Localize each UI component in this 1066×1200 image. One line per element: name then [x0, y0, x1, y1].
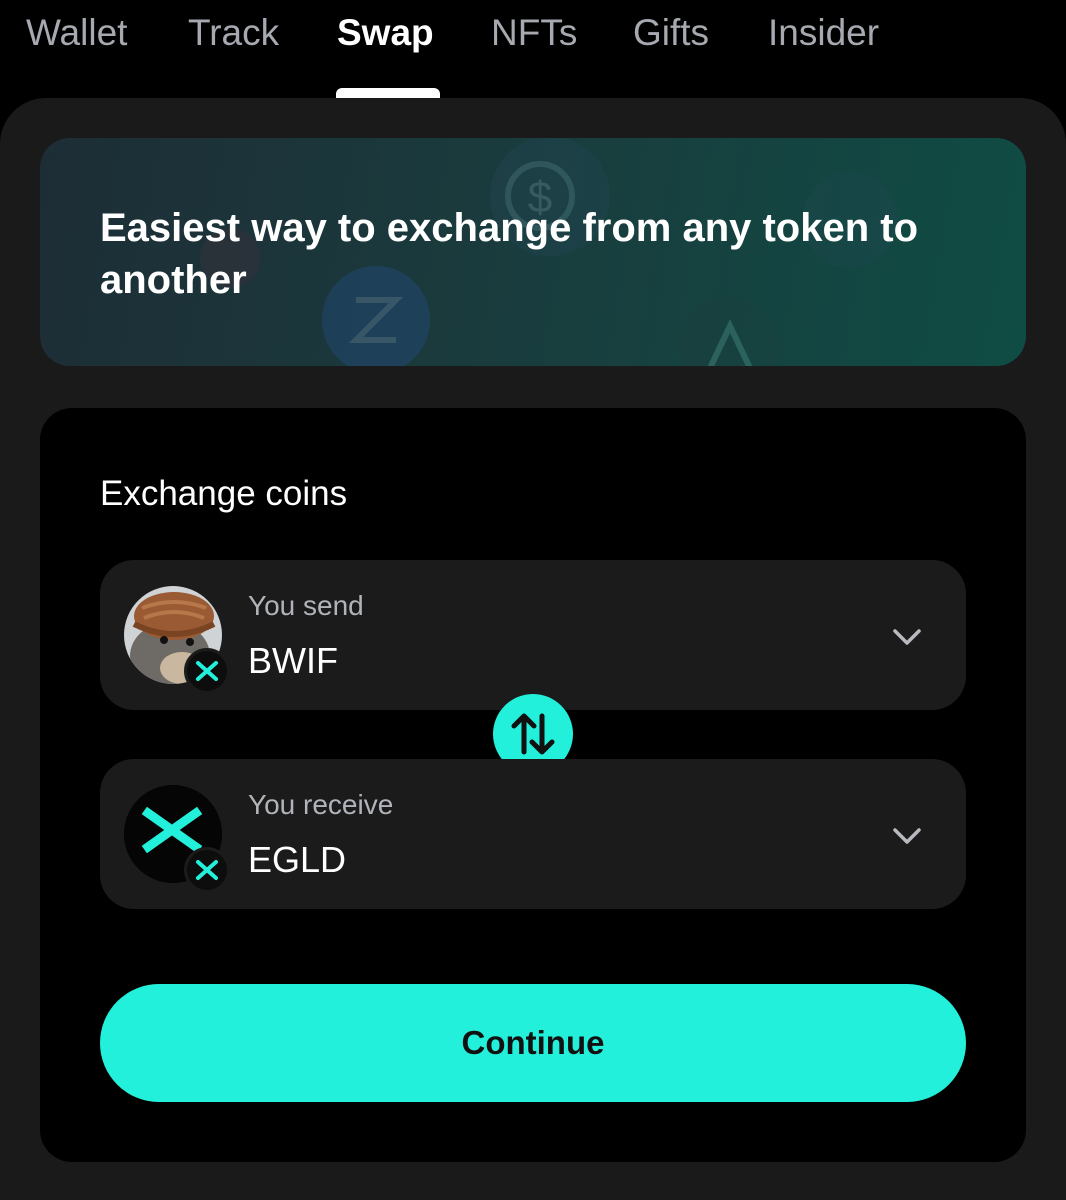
promo-banner: $ Easiest way to exchange from any token… — [40, 138, 1026, 366]
chevron-down-icon[interactable] — [890, 819, 924, 853]
continue-button[interactable]: Continue — [100, 984, 966, 1102]
banner-title: Easiest way to exchange from any token t… — [100, 206, 919, 302]
tab-track[interactable]: Track — [188, 12, 279, 54]
chevron-down-icon[interactable] — [890, 620, 924, 654]
receive-token-selector[interactable]: You receive EGLD — [100, 759, 966, 909]
tab-insider[interactable]: Insider — [768, 12, 879, 54]
send-token-symbol: BWIF — [248, 640, 338, 681]
tab-wallet[interactable]: Wallet — [26, 12, 127, 54]
active-tab-indicator — [336, 88, 440, 98]
exchange-title: Exchange coins — [100, 474, 348, 513]
send-label: You send — [248, 590, 364, 621]
send-token-selector[interactable]: You send BWIF — [100, 560, 966, 710]
tab-nfts[interactable]: NFTs — [491, 12, 577, 54]
multiversx-badge-icon — [184, 648, 230, 694]
top-tab-bar: Wallet Track Swap NFTs Gifts Insider — [0, 0, 1066, 98]
receive-label: You receive — [248, 789, 394, 820]
receive-token-symbol: EGLD — [248, 839, 347, 880]
tab-swap[interactable]: Swap — [337, 12, 434, 54]
multiversx-badge-icon — [184, 847, 230, 893]
tab-gifts[interactable]: Gifts — [633, 12, 709, 54]
